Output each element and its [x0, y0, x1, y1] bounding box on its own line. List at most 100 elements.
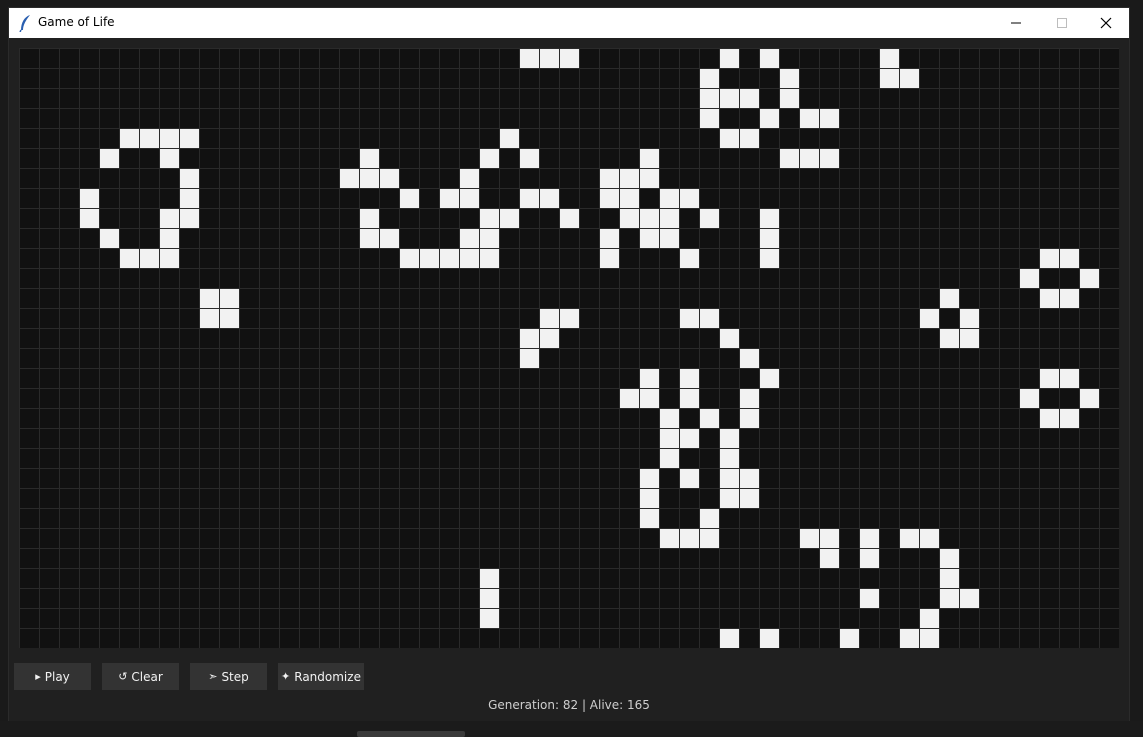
alive-cell[interactable]: [820, 549, 839, 568]
alive-cell[interactable]: [480, 589, 499, 608]
alive-cell[interactable]: [900, 69, 919, 88]
alive-cell[interactable]: [620, 389, 639, 408]
close-button[interactable]: [1083, 8, 1129, 38]
alive-cell[interactable]: [160, 229, 179, 248]
alive-cell[interactable]: [760, 209, 779, 228]
alive-cell[interactable]: [760, 369, 779, 388]
alive-cell[interactable]: [360, 229, 379, 248]
alive-cell[interactable]: [640, 369, 659, 388]
alive-cell[interactable]: [160, 129, 179, 148]
alive-cell[interactable]: [860, 589, 879, 608]
randomize-button[interactable]: ✦ Randomize: [278, 663, 364, 690]
alive-cell[interactable]: [1060, 249, 1079, 268]
alive-cell[interactable]: [660, 209, 679, 228]
alive-cell[interactable]: [460, 169, 479, 188]
alive-cell[interactable]: [720, 129, 739, 148]
alive-cell[interactable]: [900, 529, 919, 548]
alive-cell[interactable]: [220, 309, 239, 328]
alive-cell[interactable]: [960, 589, 979, 608]
alive-cell[interactable]: [720, 489, 739, 508]
alive-cell[interactable]: [640, 149, 659, 168]
alive-cell[interactable]: [480, 569, 499, 588]
alive-cell[interactable]: [440, 189, 459, 208]
alive-cell[interactable]: [1080, 269, 1099, 288]
alive-cell[interactable]: [940, 329, 959, 348]
alive-cell[interactable]: [1060, 289, 1079, 308]
alive-cell[interactable]: [760, 109, 779, 128]
alive-cell[interactable]: [480, 609, 499, 628]
alive-cell[interactable]: [640, 169, 659, 188]
alive-cell[interactable]: [180, 169, 199, 188]
alive-cell[interactable]: [720, 89, 739, 108]
alive-cell[interactable]: [380, 169, 399, 188]
alive-cell[interactable]: [640, 489, 659, 508]
alive-cell[interactable]: [500, 209, 519, 228]
alive-cell[interactable]: [880, 49, 899, 68]
alive-cell[interactable]: [960, 309, 979, 328]
alive-cell[interactable]: [740, 489, 759, 508]
alive-cell[interactable]: [720, 49, 739, 68]
alive-cell[interactable]: [140, 249, 159, 268]
alive-cell[interactable]: [560, 309, 579, 328]
alive-cell[interactable]: [700, 89, 719, 108]
alive-cell[interactable]: [200, 309, 219, 328]
alive-cell[interactable]: [640, 509, 659, 528]
alive-cell[interactable]: [1060, 409, 1079, 428]
alive-cell[interactable]: [680, 469, 699, 488]
alive-cell[interactable]: [840, 629, 859, 648]
life-grid[interactable]: [19, 48, 1120, 649]
alive-cell[interactable]: [820, 109, 839, 128]
alive-cell[interactable]: [820, 149, 839, 168]
alive-cell[interactable]: [640, 389, 659, 408]
alive-cell[interactable]: [620, 209, 639, 228]
clear-button[interactable]: ↺ Clear: [102, 663, 179, 690]
alive-cell[interactable]: [1040, 289, 1059, 308]
alive-cell[interactable]: [360, 209, 379, 228]
alive-cell[interactable]: [940, 589, 959, 608]
alive-cell[interactable]: [1020, 389, 1039, 408]
alive-cell[interactable]: [540, 329, 559, 348]
alive-cell[interactable]: [700, 309, 719, 328]
alive-cell[interactable]: [460, 189, 479, 208]
alive-cell[interactable]: [540, 309, 559, 328]
alive-cell[interactable]: [220, 289, 239, 308]
alive-cell[interactable]: [780, 89, 799, 108]
play-button[interactable]: ▸ Play: [14, 663, 91, 690]
alive-cell[interactable]: [100, 149, 119, 168]
alive-cell[interactable]: [140, 129, 159, 148]
alive-cell[interactable]: [700, 109, 719, 128]
alive-cell[interactable]: [160, 249, 179, 268]
alive-cell[interactable]: [920, 309, 939, 328]
alive-cell[interactable]: [680, 309, 699, 328]
alive-cell[interactable]: [760, 49, 779, 68]
alive-cell[interactable]: [120, 249, 139, 268]
alive-cell[interactable]: [860, 549, 879, 568]
alive-cell[interactable]: [720, 469, 739, 488]
alive-cell[interactable]: [700, 409, 719, 428]
alive-cell[interactable]: [120, 129, 139, 148]
alive-cell[interactable]: [880, 69, 899, 88]
alive-cell[interactable]: [740, 389, 759, 408]
alive-cell[interactable]: [760, 229, 779, 248]
alive-cell[interactable]: [780, 149, 799, 168]
alive-cell[interactable]: [940, 569, 959, 588]
alive-cell[interactable]: [180, 129, 199, 148]
alive-cell[interactable]: [560, 49, 579, 68]
title-bar[interactable]: Game of Life: [9, 8, 1129, 38]
alive-cell[interactable]: [720, 329, 739, 348]
alive-cell[interactable]: [900, 629, 919, 648]
alive-cell[interactable]: [460, 229, 479, 248]
alive-cell[interactable]: [520, 329, 539, 348]
alive-cell[interactable]: [640, 469, 659, 488]
alive-cell[interactable]: [1080, 389, 1099, 408]
alive-cell[interactable]: [700, 69, 719, 88]
alive-cell[interactable]: [380, 229, 399, 248]
alive-cell[interactable]: [360, 149, 379, 168]
alive-cell[interactable]: [640, 209, 659, 228]
alive-cell[interactable]: [520, 149, 539, 168]
alive-cell[interactable]: [920, 629, 939, 648]
alive-cell[interactable]: [520, 349, 539, 368]
alive-cell[interactable]: [660, 189, 679, 208]
alive-cell[interactable]: [520, 189, 539, 208]
alive-cell[interactable]: [680, 249, 699, 268]
